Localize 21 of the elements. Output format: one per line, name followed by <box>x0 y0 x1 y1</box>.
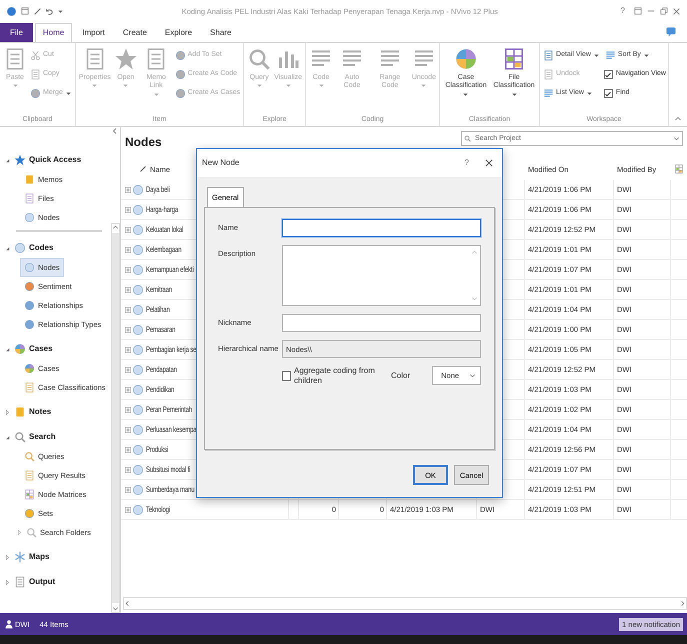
table-cell: Pemasaran <box>146 324 176 334</box>
table-cell: Subsitusi modal fi <box>146 464 190 474</box>
table-cell: Pembagian kerja se <box>146 344 196 354</box>
table-cell: Daya beli <box>146 184 170 194</box>
dialog-title: New Node <box>202 158 240 168</box>
table-cell: Peran Pemerintah <box>146 404 192 414</box>
table-cell: Sumberdaya manu <box>146 484 194 494</box>
table-cell: Perluasan kesempa <box>146 424 196 434</box>
table-cell: Pelatihan <box>146 304 170 314</box>
table-cell: Harga-harga <box>146 204 178 214</box>
table-cell: Teknologi <box>146 504 170 514</box>
field-label: Color <box>390 370 410 380</box>
table-cell: Kelembagaan <box>146 244 182 254</box>
table-cell: Kemampuan efekti <box>146 264 194 274</box>
table-cell: Kekuatan lokal <box>146 224 184 234</box>
pane-title: Nodes <box>125 135 162 150</box>
checkbox-label: Aggregate coding from children <box>294 366 376 386</box>
table-cell: Pendidikan <box>146 384 174 394</box>
table-cell: Produksi <box>146 444 168 454</box>
table-cell: Kemitraan <box>146 284 172 294</box>
table-cell: Pendapatan <box>146 364 177 374</box>
